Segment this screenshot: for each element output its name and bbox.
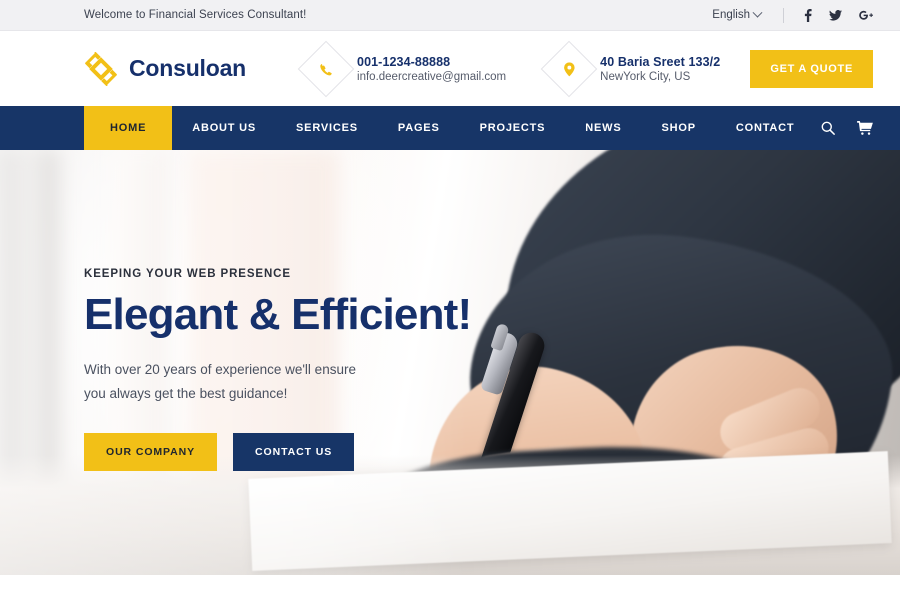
our-company-button[interactable]: OUR COMPANY [84, 433, 218, 472]
language-label: English [712, 9, 750, 21]
get-a-quote-button[interactable]: GET A QUOTE [750, 49, 873, 88]
twitter-icon[interactable] [829, 9, 842, 21]
welcome-message: Welcome to Financial Services Consultant… [84, 9, 307, 21]
language-selector[interactable]: English [712, 7, 763, 21]
hero-subtitle-line-1: With over 20 years of experience we'll e… [84, 362, 356, 378]
logo[interactable]: Consuloan [84, 51, 247, 86]
nav-item-pages[interactable]: PAGES [378, 106, 460, 150]
nav-item-contact[interactable]: CONTACT [716, 106, 815, 150]
shopping-cart-icon[interactable] [857, 121, 873, 135]
street-address: 40 Baria Sreet 133/2 [600, 54, 721, 69]
phone-number: 001-1234-88888 [357, 54, 451, 69]
hero-section: KEEPING YOUR WEB PRESENCE Elegant & Effi… [0, 150, 900, 575]
contact-address: 40 Baria Sreet 133/2 NewYork City, US [540, 40, 720, 97]
nav-item-services[interactable]: SERVICES [276, 106, 378, 150]
main-navigation: HOME ABOUT US SERVICES PAGES PROJECTS NE… [0, 106, 900, 150]
nav-item-home[interactable]: HOME [84, 106, 173, 150]
consuloan-logo-icon [84, 51, 118, 86]
page-bottom-spacer [0, 575, 900, 600]
nav-item-shop[interactable]: SHOP [642, 106, 716, 150]
nav-tools [821, 106, 873, 150]
top-bar-divider [783, 7, 784, 23]
nav-item-about-us[interactable]: ABOUT US [172, 106, 276, 150]
search-icon[interactable] [821, 121, 835, 135]
nav-item-projects[interactable]: PROJECTS [460, 106, 566, 150]
map-pin-icon [540, 40, 598, 97]
site-header: Consuloan 001-1234-88888 info.deercreati… [0, 31, 900, 106]
chevron-down-icon [752, 7, 763, 18]
contact-phone: 001-1234-88888 info.deercreative@gmail.c… [297, 40, 506, 97]
top-bar: Welcome to Financial Services Consultant… [0, 0, 900, 31]
header-contacts: 001-1234-88888 info.deercreative@gmail.c… [297, 40, 720, 97]
contact-phone-lines: 001-1234-88888 info.deercreative@gmail.c… [357, 55, 506, 83]
logo-text: Consuloan [129, 55, 247, 81]
hero-content: KEEPING YOUR WEB PRESENCE Elegant & Effi… [84, 268, 504, 472]
hero-subtitle: With over 20 years of experience we'll e… [84, 358, 504, 405]
google-plus-icon[interactable] [859, 10, 873, 21]
hero-buttons: OUR COMPANY CONTACT US [84, 433, 504, 472]
hero-title: Elegant & Efficient! [84, 290, 472, 339]
contact-us-button[interactable]: CONTACT US [233, 433, 355, 472]
hero-subtitle-line-2: you always get the best guidance! [84, 385, 288, 401]
city-address: NewYork City, US [600, 70, 691, 83]
top-bar-right: English [712, 7, 873, 23]
nav-item-news[interactable]: NEWS [565, 106, 641, 150]
hero-eyebrow: KEEPING YOUR WEB PRESENCE [84, 268, 291, 280]
phone-icon [297, 40, 355, 97]
email-address: info.deercreative@gmail.com [357, 70, 507, 83]
page-root: Welcome to Financial Services Consultant… [0, 0, 900, 600]
facebook-icon[interactable] [804, 8, 812, 22]
nav-item-list: HOME ABOUT US SERVICES PAGES PROJECTS NE… [84, 106, 814, 150]
contact-address-lines: 40 Baria Sreet 133/2 NewYork City, US [600, 55, 720, 83]
social-links [804, 8, 873, 22]
